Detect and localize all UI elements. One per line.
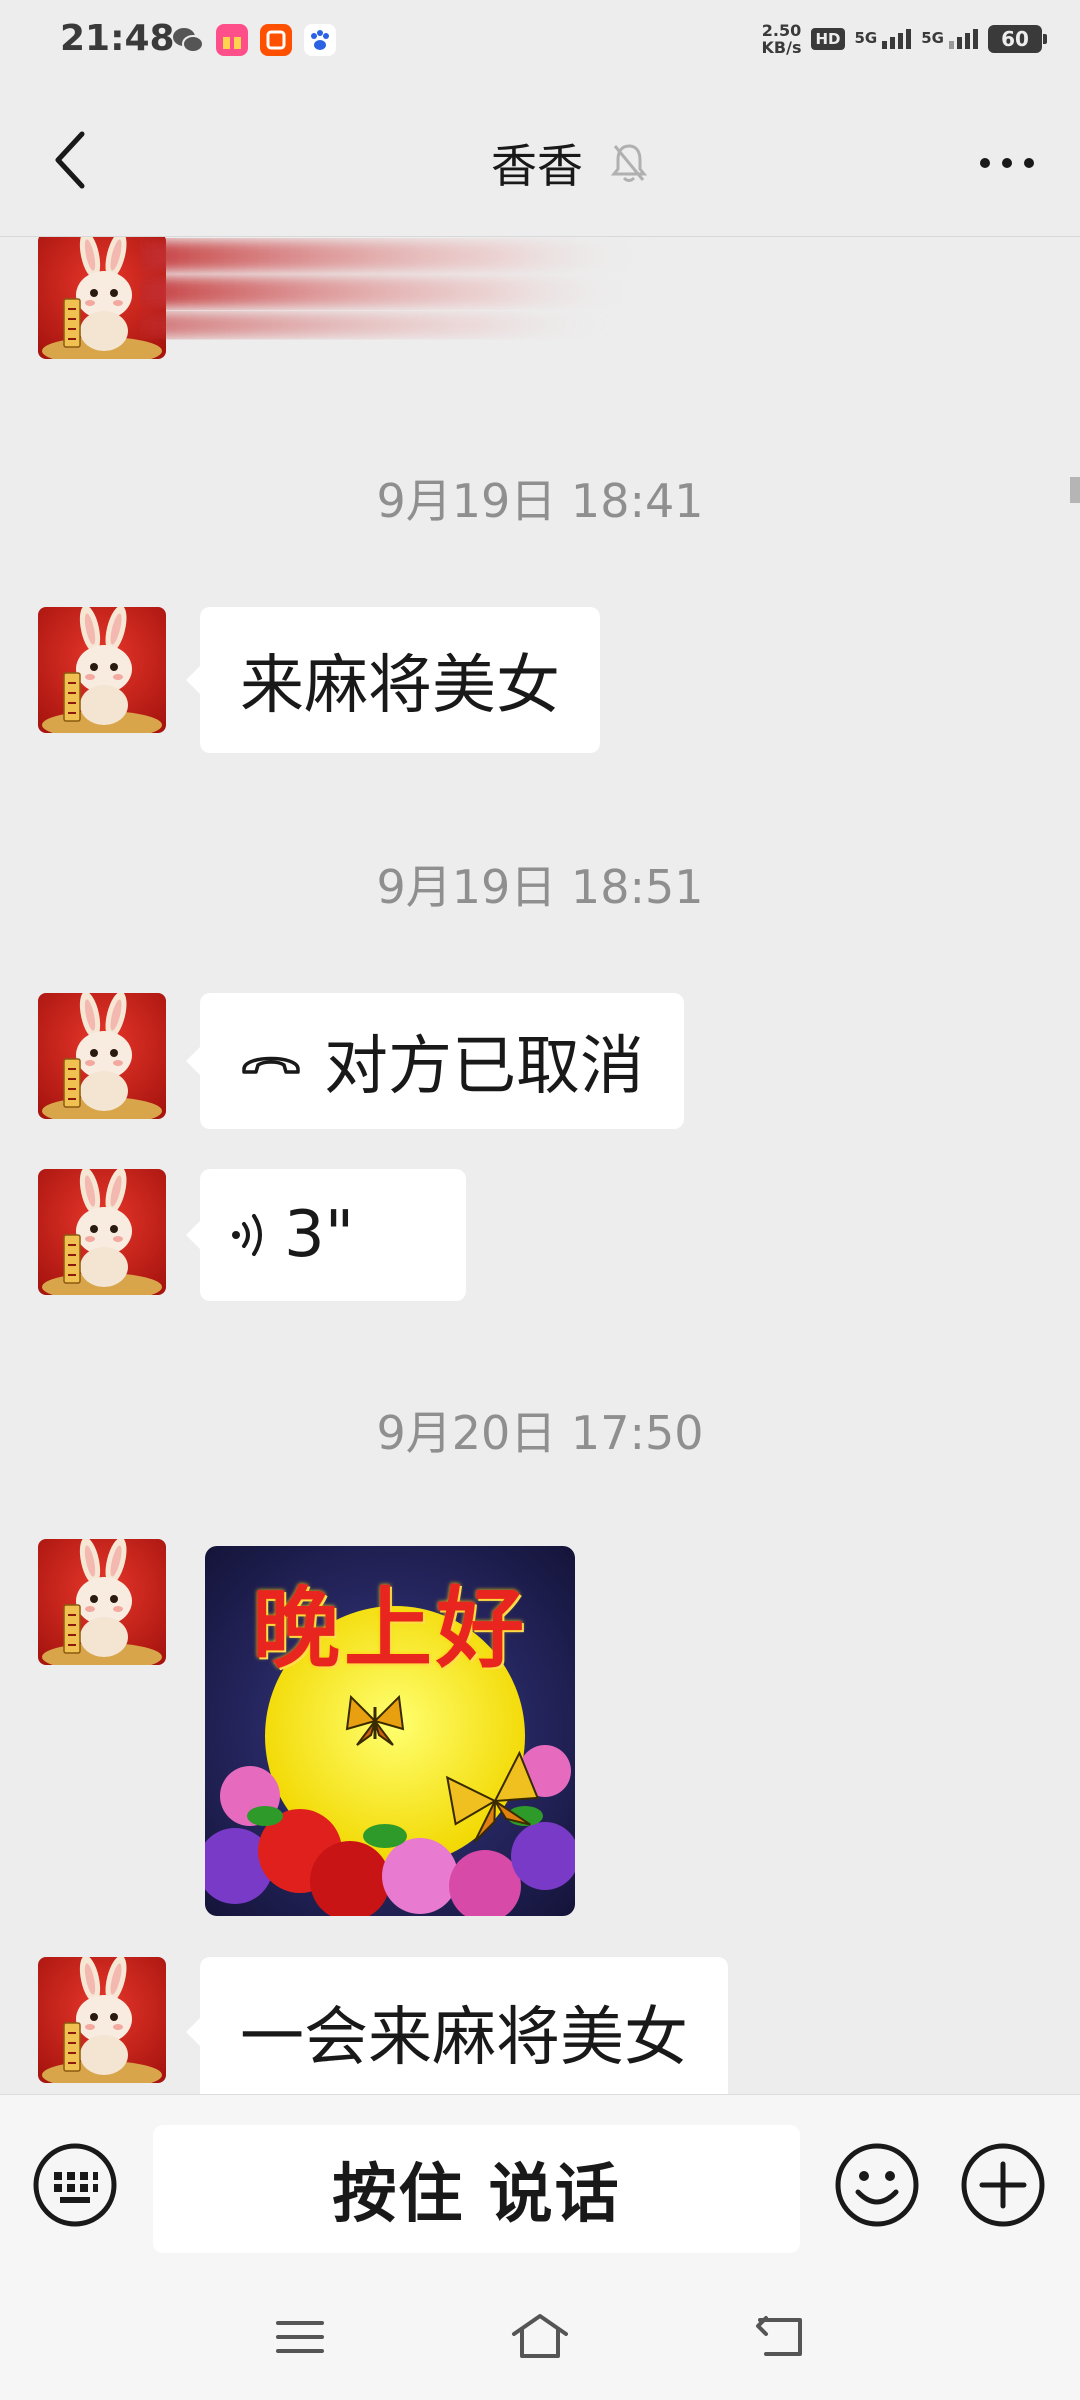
menu-nav-button[interactable] [265, 2302, 335, 2372]
network-speed-value: 2.50 [761, 21, 802, 40]
signal-icon-2: 5G [921, 29, 978, 49]
contact-avatar[interactable] [38, 1957, 166, 2083]
network-speed-unit: KB/s [761, 38, 802, 57]
baidu-app-icon [304, 24, 336, 56]
message-timestamp: 9月19日 18:41 [376, 474, 704, 528]
plus-circle-icon [961, 2143, 1045, 2227]
mute-bell-icon [610, 144, 648, 182]
hd-badge: HD [811, 28, 845, 50]
voice-message-bubble[interactable]: 3" [186, 1169, 466, 1301]
voice-duration: 3" [284, 1198, 355, 1272]
more-actions-button[interactable] [958, 2140, 1048, 2230]
menu-icon [276, 2321, 324, 2353]
smiley-face-icon [835, 2143, 919, 2227]
voice-wave-icon [232, 1214, 262, 1256]
battery-level: 60 [1001, 27, 1029, 51]
taobao-app-icon [260, 24, 292, 56]
more-dots-icon [980, 158, 1034, 168]
system-navigation-bar [0, 2274, 1080, 2400]
signal-1-label: 5G [854, 29, 878, 47]
back-nav-button[interactable] [745, 2302, 815, 2372]
blurred-message-preview [140, 237, 660, 347]
signal-2-label: 5G [921, 29, 944, 47]
more-options-button[interactable] [972, 133, 1042, 193]
phone-hangup-icon [242, 1056, 300, 1074]
status-app-icons [172, 24, 336, 56]
call-message-bubble[interactable]: 对方已取消 [186, 993, 684, 1129]
contact-avatar[interactable] [38, 993, 166, 1119]
call-status-text: 对方已取消 [324, 1030, 644, 1104]
message-timestamp: 9月19日 18:51 [376, 860, 704, 914]
battery-icon: 60 [988, 25, 1047, 53]
sticker-caption: 晚上好 [251, 1577, 528, 1680]
status-time: 21:48 [60, 18, 175, 59]
message-timestamp: 9月20日 17:50 [376, 1406, 704, 1460]
signal-icon-1: 5G [855, 29, 912, 49]
contact-avatar[interactable] [38, 1539, 166, 1665]
chat-message-list[interactable]: 9月19日 18:41 来麻将美女 9月19日 18:51 对方已取消 3" 9… [0, 237, 1080, 2094]
title-group: 香香 [0, 130, 1080, 196]
message-text: 来麻将美女 [240, 649, 560, 723]
contact-name: 香香 [491, 139, 583, 193]
text-message-bubble[interactable]: 来麻将美女 [186, 607, 600, 753]
contact-avatar[interactable] [38, 607, 166, 733]
back-arrow-icon [756, 2316, 802, 2356]
network-speed: 2.50 KB/s [762, 22, 802, 56]
status-indicators: 2.50 KB/s HD 5G 5G 60 [762, 22, 1047, 56]
chat-header: 香香 [0, 85, 1080, 237]
message-text: 一会来麻将美女 [240, 2001, 688, 2075]
keyboard-icon [33, 2143, 117, 2227]
gift-app-icon [216, 24, 248, 56]
status-bar: 21:48 2.50 KB/s HD 5G 5G 60 [0, 0, 1080, 85]
emoji-button[interactable] [832, 2140, 922, 2230]
keyboard-toggle-button[interactable] [30, 2140, 120, 2230]
home-nav-button[interactable] [505, 2302, 575, 2372]
hold-to-talk-button[interactable]: 按住 说话 [153, 2125, 800, 2253]
chat-input-bar: 按住 说话 [0, 2094, 1080, 2274]
home-icon [512, 2314, 568, 2358]
wechat-notification-icon [172, 24, 204, 56]
sticker-message[interactable]: 晚上好 [205, 1546, 575, 1916]
text-message-bubble[interactable]: 一会来麻将美女 [186, 1957, 728, 2094]
contact-avatar[interactable] [38, 1169, 166, 1295]
